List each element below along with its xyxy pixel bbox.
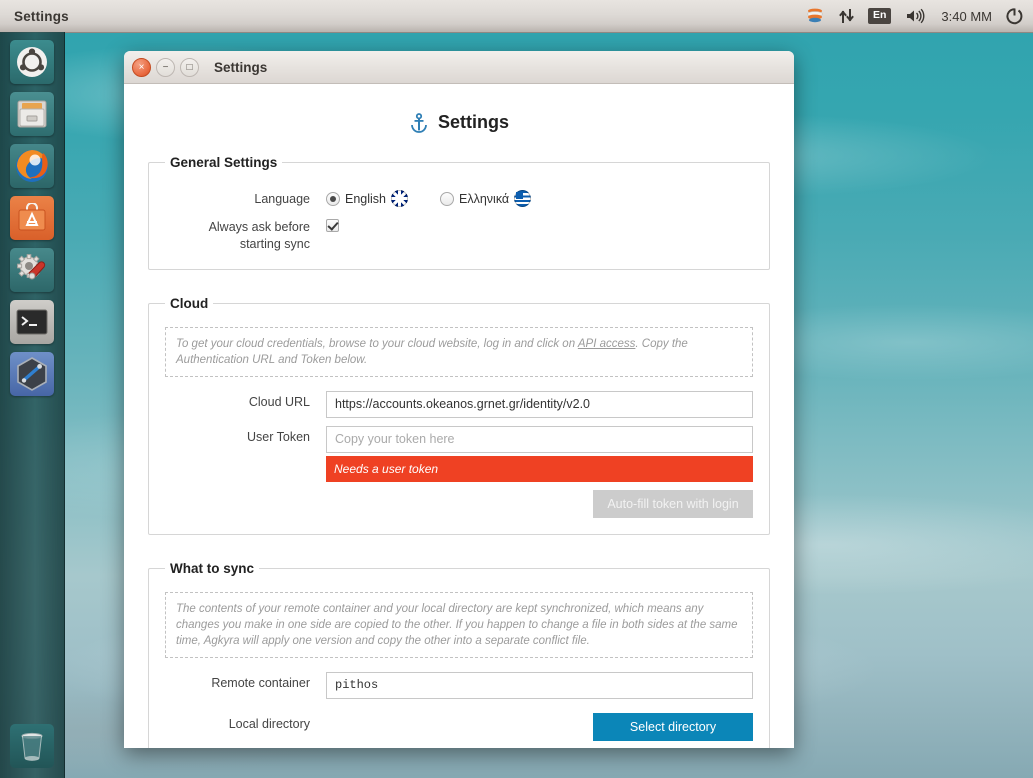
system-settings-icon (15, 253, 49, 287)
firefox-icon (13, 147, 51, 185)
settings-window: × − □ Settings Settings General Settings… (124, 51, 794, 748)
greek-radio[interactable] (440, 192, 454, 206)
cloud-help-prefix: To get your cloud credentials, browse to… (176, 338, 578, 350)
software-center-icon (16, 203, 48, 233)
language-label: Language (165, 188, 326, 208)
general-settings-legend: General Settings (165, 155, 282, 170)
launcher-item-terminal[interactable] (10, 300, 54, 344)
launcher-item-firefox[interactable] (10, 144, 54, 188)
greek-label: Ελληνικά (459, 192, 509, 206)
desktop-screen: Settings En (0, 0, 1033, 778)
trash-icon (18, 731, 46, 761)
cloud-url-row: Cloud URL https://accounts.okeanos.grnet… (165, 391, 753, 418)
dash-home-icon (15, 45, 49, 79)
general-settings-section: General Settings Language English (148, 155, 770, 270)
autofill-token-button[interactable]: Auto-fill token with login (593, 490, 753, 518)
settings-content: Settings General Settings Language Engli… (124, 84, 794, 748)
files-icon (14, 97, 50, 131)
panel-app-title: Settings (14, 9, 69, 24)
always-ask-row: Always ask before starting sync (165, 216, 753, 253)
cloud-help-text: To get your cloud credentials, browse to… (165, 327, 753, 377)
page-title: Settings (438, 112, 509, 133)
keyboard-layout-label: En (868, 8, 891, 24)
launcher-item-trash[interactable] (10, 724, 54, 768)
english-label: English (345, 192, 386, 206)
token-error-message: Needs a user token (326, 456, 753, 482)
language-option-english[interactable]: English (326, 190, 408, 207)
window-close-button[interactable]: × (132, 58, 151, 77)
language-row: Language English Ελληνικά (165, 188, 753, 208)
launcher-item-agkyra[interactable] (10, 352, 54, 396)
select-directory-button[interactable]: Select directory (593, 713, 753, 741)
user-token-row: User Token Copy your token here Needs a … (165, 426, 753, 482)
system-tray: En 3:40 MM (805, 7, 1033, 25)
local-directory-label: Local directory (165, 713, 326, 733)
user-token-input[interactable]: Copy your token here (326, 426, 753, 453)
clock-indicator[interactable]: 3:40 MM (941, 9, 992, 24)
greece-flag-icon (514, 190, 531, 207)
window-minimize-button[interactable]: − (156, 58, 175, 77)
page-header: Settings (148, 84, 770, 155)
window-title: Settings (214, 60, 267, 75)
top-panel: Settings En (0, 0, 1033, 33)
launcher-item-system-settings[interactable] (10, 248, 54, 292)
local-directory-row: Local directory Select directory (165, 713, 753, 741)
english-radio[interactable] (326, 192, 340, 206)
api-access-link[interactable]: API access (578, 338, 636, 350)
launcher-item-dash-home[interactable] (10, 40, 54, 84)
uk-flag-icon (391, 190, 408, 207)
network-indicator-icon[interactable] (839, 8, 854, 24)
launcher-item-files[interactable] (10, 92, 54, 136)
autofill-row: Auto-fill token with login (165, 490, 753, 518)
launcher-item-software-center[interactable] (10, 196, 54, 240)
remote-container-label: Remote container (165, 672, 326, 692)
always-ask-label: Always ask before starting sync (165, 216, 326, 253)
cloud-url-input[interactable]: https://accounts.okeanos.grnet.gr/identi… (326, 391, 753, 418)
language-radio-group: English Ελληνικά (326, 188, 753, 207)
volume-indicator-icon[interactable] (905, 8, 927, 24)
language-option-greek[interactable]: Ελληνικά (440, 190, 531, 207)
window-maximize-button[interactable]: □ (180, 58, 199, 77)
terminal-icon (15, 307, 49, 337)
agkyra-icon (14, 356, 50, 392)
what-to-sync-section: What to sync The contents of your remote… (148, 561, 770, 748)
cloud-url-label: Cloud URL (165, 391, 326, 411)
cloud-legend: Cloud (165, 296, 213, 311)
cloud-section: Cloud To get your cloud credentials, bro… (148, 296, 770, 535)
unity-launcher (0, 32, 65, 778)
session-menu-icon[interactable] (1006, 8, 1023, 25)
remote-container-row: Remote container pithos (165, 672, 753, 699)
window-titlebar[interactable]: × − □ Settings (124, 51, 794, 84)
always-ask-checkbox[interactable] (326, 219, 339, 232)
keyboard-layout-indicator[interactable]: En (868, 8, 891, 24)
user-token-label: User Token (165, 426, 326, 446)
what-to-sync-legend: What to sync (165, 561, 259, 576)
remote-container-input[interactable]: pithos (326, 672, 753, 699)
sync-help-text: The contents of your remote container an… (165, 592, 753, 658)
dropbox-indicator-icon[interactable] (805, 7, 825, 25)
anchor-icon (409, 113, 429, 133)
